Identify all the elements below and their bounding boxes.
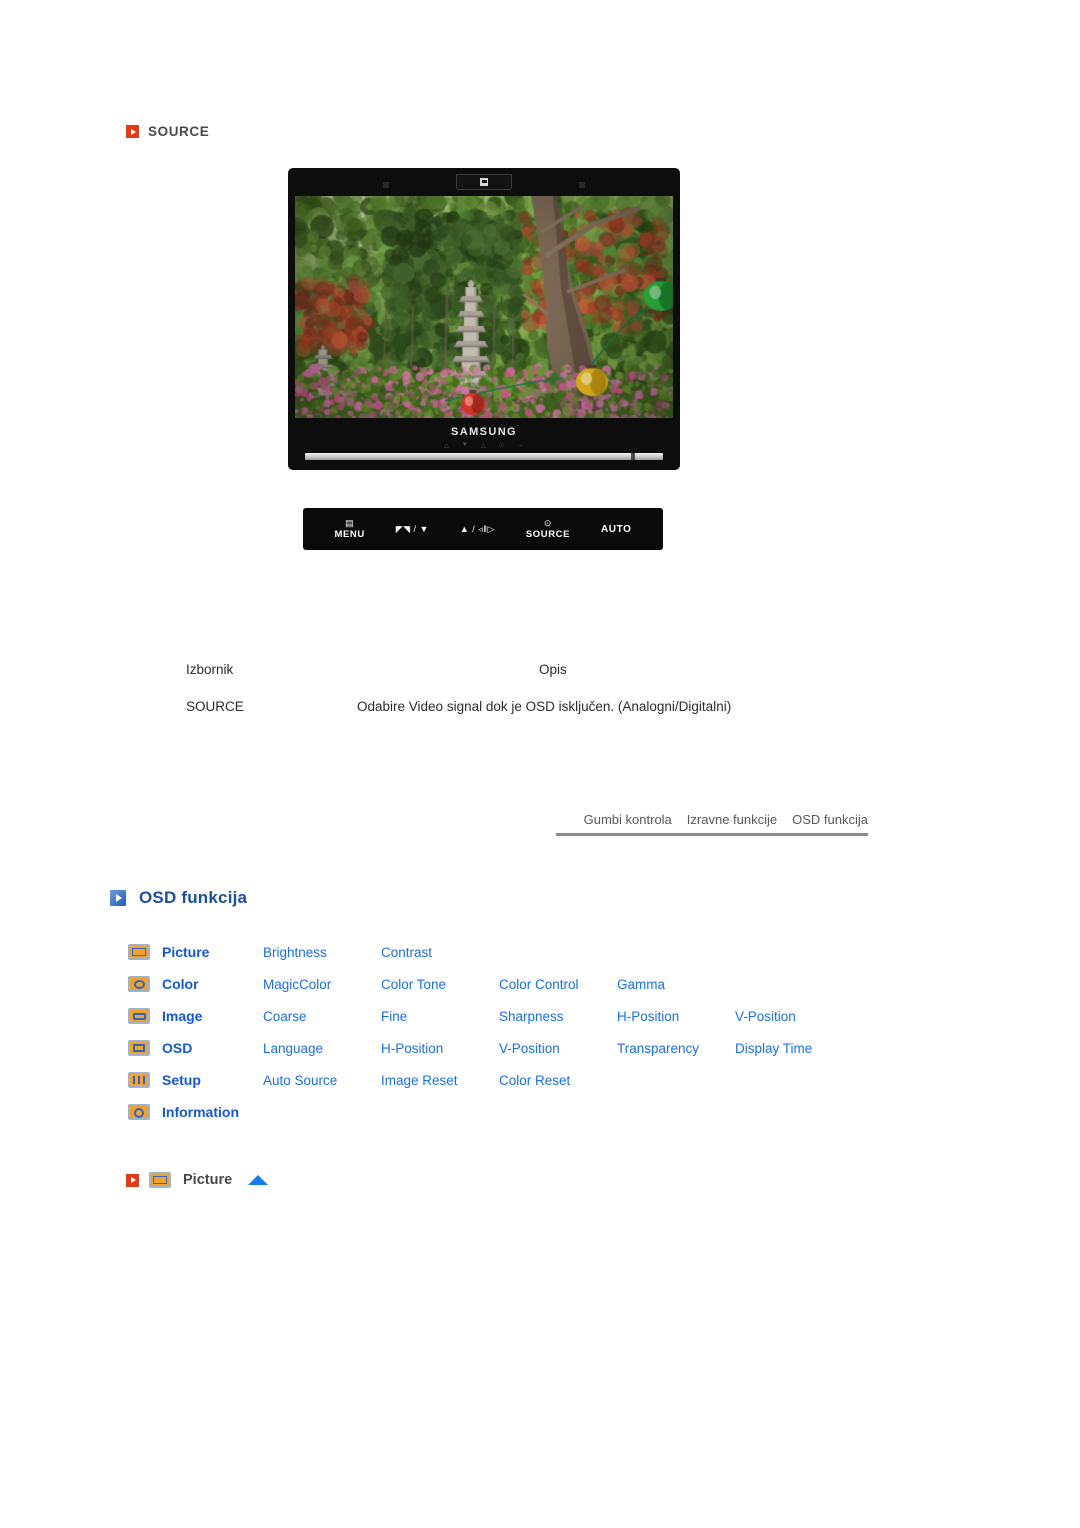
osd-row-color: Color MagicColor Color Tone Color Contro… bbox=[128, 968, 948, 1000]
picture-icon bbox=[149, 1172, 171, 1188]
osd-section-title: OSD funkcija bbox=[139, 888, 248, 907]
mini-control-4-icon: ☉ bbox=[499, 443, 505, 449]
power-indicator-icon bbox=[480, 178, 488, 186]
mini-control-3-icon: △ bbox=[481, 443, 487, 449]
osd-link-v-position[interactable]: V-Position bbox=[499, 1041, 617, 1056]
row-description: Odabire Video signal dok je OSD isključe… bbox=[357, 699, 732, 714]
image-icon bbox=[128, 1008, 150, 1024]
bezel-tab bbox=[456, 174, 512, 190]
osd-category-information[interactable]: Information bbox=[162, 1104, 263, 1120]
monitor-illustration: SAMSUNG △ ▼ △ ☉ → bbox=[288, 168, 680, 470]
osd-menu-grid: Picture Brightness Contrast Color MagicC… bbox=[128, 936, 948, 1128]
source-section-heading: SOURCE bbox=[126, 124, 209, 139]
osd-link-sharpness[interactable]: Sharpness bbox=[499, 1009, 617, 1024]
table-header-row: Izbornik Opis bbox=[186, 662, 946, 677]
osd-row-setup: Setup Auto Source Image Reset Color Rese… bbox=[128, 1064, 948, 1096]
auto-button-label: AUTO bbox=[600, 523, 632, 535]
monitor-top-bezel bbox=[295, 174, 673, 196]
bezel-sensor-right-icon bbox=[579, 182, 585, 188]
column-header-menu: Izbornik bbox=[186, 662, 234, 677]
osd-link-magiccolor[interactable]: MagicColor bbox=[263, 977, 381, 992]
osd-link-color-reset[interactable]: Color Reset bbox=[499, 1073, 617, 1088]
mini-control-5-icon: → bbox=[517, 442, 525, 448]
color-icon bbox=[128, 976, 150, 992]
source-section-title: SOURCE bbox=[148, 124, 210, 139]
setup-icon bbox=[128, 1072, 150, 1088]
section-tabs: Gumbi kontrola Izravne funkcije OSD funk… bbox=[556, 812, 868, 836]
samsung-logo: SAMSUNG bbox=[450, 426, 518, 438]
tab-gumbi-kontrola[interactable]: Gumbi kontrola bbox=[584, 812, 672, 827]
osd-link-image-reset[interactable]: Image Reset bbox=[381, 1073, 499, 1088]
menu-description-table: Izbornik Opis SOURCE Odabire Video signa… bbox=[186, 662, 946, 714]
menu-button-label: MENU bbox=[334, 529, 365, 540]
up-triangle-icon[interactable] bbox=[248, 1175, 269, 1185]
osd-row-information: Information bbox=[128, 1096, 948, 1128]
osd-category-image[interactable]: Image bbox=[162, 1008, 263, 1024]
volume-up-button[interactable]: ▲ / ◃‖▷ bbox=[460, 524, 495, 534]
osd-link-coarse[interactable]: Coarse bbox=[263, 1009, 381, 1024]
osd-category-osd[interactable]: OSD bbox=[162, 1040, 263, 1056]
osd-link-language[interactable]: Language bbox=[263, 1041, 381, 1056]
osd-link-color-tone[interactable]: Color Tone bbox=[381, 977, 499, 992]
control-button-bar: ▤ MENU ◤◥ / ▼ ▲ / ◃‖▷ ⊙ SOURCE AUTO bbox=[303, 508, 663, 550]
tab-osd-funkcija[interactable]: OSD funkcija bbox=[792, 812, 868, 827]
garden-photo bbox=[295, 196, 673, 418]
play-arrow-icon bbox=[126, 125, 139, 138]
tabs-underline bbox=[556, 833, 868, 836]
osd-link-display-time[interactable]: Display Time bbox=[735, 1041, 853, 1056]
osd-link-v-position[interactable]: V-Position bbox=[735, 1009, 853, 1024]
mini-control-2-icon: ▼ bbox=[461, 442, 469, 448]
row-menu-name: SOURCE bbox=[186, 699, 244, 714]
osd-row-image: Image Coarse Fine Sharpness H-Position V… bbox=[128, 1000, 948, 1032]
volume-up-icon: ▲ / ◃‖▷ bbox=[459, 524, 495, 534]
osd-link-auto-source[interactable]: Auto Source bbox=[263, 1073, 381, 1088]
osd-link-gamma[interactable]: Gamma bbox=[617, 977, 735, 992]
osd-link-contrast[interactable]: Contrast bbox=[381, 945, 499, 960]
osd-section-heading: OSD funkcija bbox=[110, 888, 247, 908]
monitor-screen bbox=[295, 196, 673, 418]
auto-button[interactable]: AUTO bbox=[601, 524, 632, 535]
monitor-bottom-bezel: SAMSUNG △ ▼ △ ☉ → bbox=[295, 418, 673, 470]
osd-link-brightness[interactable]: Brightness bbox=[263, 945, 381, 960]
picture-icon bbox=[128, 944, 150, 960]
source-button-label: SOURCE bbox=[525, 529, 571, 540]
monitor-stand-bar bbox=[305, 453, 663, 460]
osd-icon bbox=[128, 1040, 150, 1056]
osd-category-color[interactable]: Color bbox=[162, 976, 263, 992]
brightness-down-button[interactable]: ◤◥ / ▼ bbox=[396, 524, 429, 534]
osd-link-transparency[interactable]: Transparency bbox=[617, 1041, 735, 1056]
tab-izravne-funkcije[interactable]: Izravne funkcije bbox=[687, 812, 777, 827]
picture-subsection-heading: Picture bbox=[126, 1172, 269, 1188]
osd-category-setup[interactable]: Setup bbox=[162, 1072, 263, 1088]
monitor-control-labels: △ ▼ △ ☉ → bbox=[444, 442, 524, 449]
bezel-sensor-left-icon bbox=[383, 182, 389, 188]
osd-link-fine[interactable]: Fine bbox=[381, 1009, 499, 1024]
osd-link-h-position[interactable]: H-Position bbox=[381, 1041, 499, 1056]
source-button[interactable]: ⊙ SOURCE bbox=[526, 518, 570, 540]
play-arrow-icon bbox=[110, 890, 126, 906]
table-row: SOURCE Odabire Video signal dok je OSD i… bbox=[186, 699, 946, 714]
osd-row-osd: OSD Language H-Position V-Position Trans… bbox=[128, 1032, 948, 1064]
source-icon: ⊙ bbox=[543, 518, 552, 528]
osd-link-h-position[interactable]: H-Position bbox=[617, 1009, 735, 1024]
information-icon bbox=[128, 1104, 150, 1120]
brightness-down-icon: ◤◥ / ▼ bbox=[395, 524, 429, 534]
picture-subsection-title: Picture bbox=[183, 1172, 233, 1188]
menu-button[interactable]: ▤ MENU bbox=[334, 518, 364, 540]
play-arrow-icon bbox=[126, 1173, 139, 1187]
osd-category-picture[interactable]: Picture bbox=[162, 944, 263, 960]
osd-link-color-control[interactable]: Color Control bbox=[499, 977, 617, 992]
mini-control-1-icon: △ bbox=[443, 443, 449, 449]
osd-row-picture: Picture Brightness Contrast bbox=[128, 936, 948, 968]
column-header-description: Opis bbox=[539, 662, 567, 677]
menu-icon: ▤ bbox=[345, 518, 355, 528]
